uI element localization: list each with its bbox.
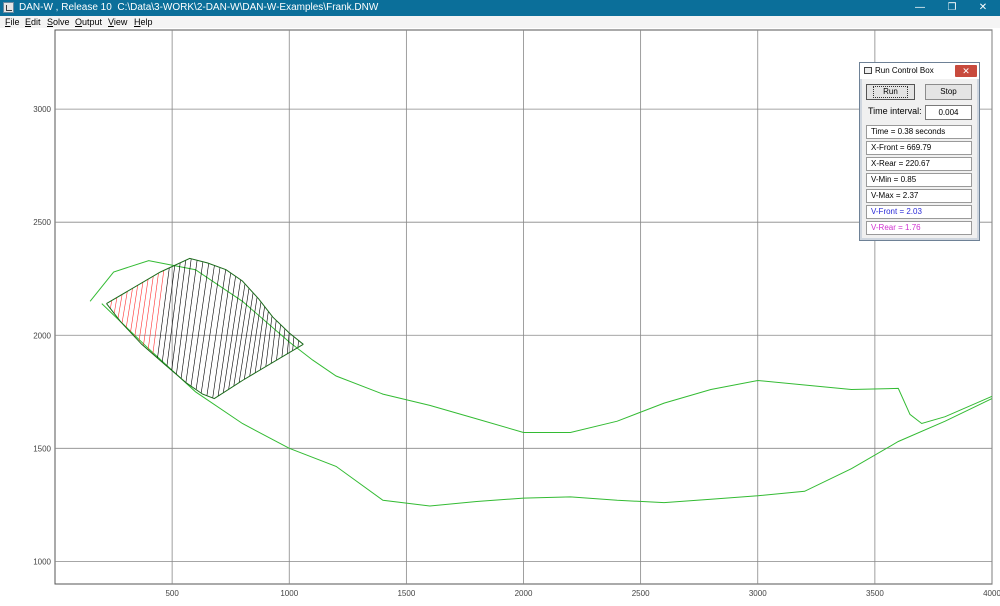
y-tick-label: 3000 — [33, 105, 51, 114]
y-tick-label: 2500 — [33, 218, 51, 227]
x-tick-label: 3500 — [866, 589, 884, 598]
x-tick-label: 3000 — [749, 589, 767, 598]
menu-help[interactable]: Help — [134, 16, 153, 28]
x-tick-label: 500 — [165, 589, 179, 598]
restore-button[interactable]: ❐ — [937, 0, 967, 16]
x-tick-label: 1500 — [397, 589, 415, 598]
run-button[interactable]: Run — [866, 84, 915, 100]
run-control-body: Run Stop Time interval: 0.004 Time = 0.3… — [862, 79, 977, 238]
window-icon — [864, 67, 872, 74]
v-max-readout: V-Max = 2.37 — [866, 189, 972, 203]
x-tick-label: 2000 — [515, 589, 533, 598]
window-title: DAN-W , Release 10 C:\Data\3-WORK\2-DAN-… — [19, 2, 379, 13]
stop-button[interactable]: Stop — [925, 84, 972, 100]
close-button[interactable]: ✕ — [968, 0, 998, 16]
v-min-readout: V-Min = 0.85 — [866, 173, 972, 187]
menu-solve[interactable]: Solve — [47, 16, 70, 28]
time-interval-label: Time interval: — [868, 106, 922, 116]
menu-edit[interactable]: Edit — [25, 16, 41, 28]
run-button-label: Run — [873, 86, 908, 98]
run-control-title: Run Control Box — [875, 66, 934, 75]
run-control-box: Run Control Box ✕ Run Stop Time interval… — [859, 62, 980, 241]
x-tick-label: 4000 — [983, 589, 1000, 598]
x-front-readout: X-Front = 669.79 — [866, 141, 972, 155]
x-tick-label: 1000 — [280, 589, 298, 598]
y-tick-label: 2000 — [33, 331, 51, 340]
app-icon[interactable] — [3, 2, 14, 13]
v-rear-readout: V-Rear = 1.76 — [866, 221, 972, 235]
run-control-close-button[interactable]: ✕ — [955, 65, 977, 77]
runout-plot[interactable]: 500 1000 1500 2000 2500 3000 3500 4000 1000 1500 2… — [0, 28, 1000, 606]
menu-bar: File Edit Solve Output View Help — [0, 16, 1000, 28]
v-front-readout: V-Front = 2.03 — [866, 205, 972, 219]
x-rear-readout: X-Rear = 220.67 — [866, 157, 972, 171]
menu-file[interactable]: File — [5, 16, 20, 28]
menu-view[interactable]: View — [108, 16, 127, 28]
time-interval-input[interactable]: 0.004 — [925, 105, 972, 120]
time-readout: Time = 0.38 seconds — [866, 125, 972, 139]
title-bar: DAN-W , Release 10 C:\Data\3-WORK\2-DAN-… — [0, 0, 1000, 16]
y-tick-label: 1500 — [33, 444, 51, 453]
x-tick-label: 2500 — [632, 589, 650, 598]
y-tick-label: 1000 — [33, 557, 51, 566]
minimize-button[interactable]: — — [905, 0, 935, 16]
menu-output[interactable]: Output — [75, 16, 102, 28]
run-control-titlebar[interactable]: Run Control Box ✕ — [860, 63, 979, 79]
